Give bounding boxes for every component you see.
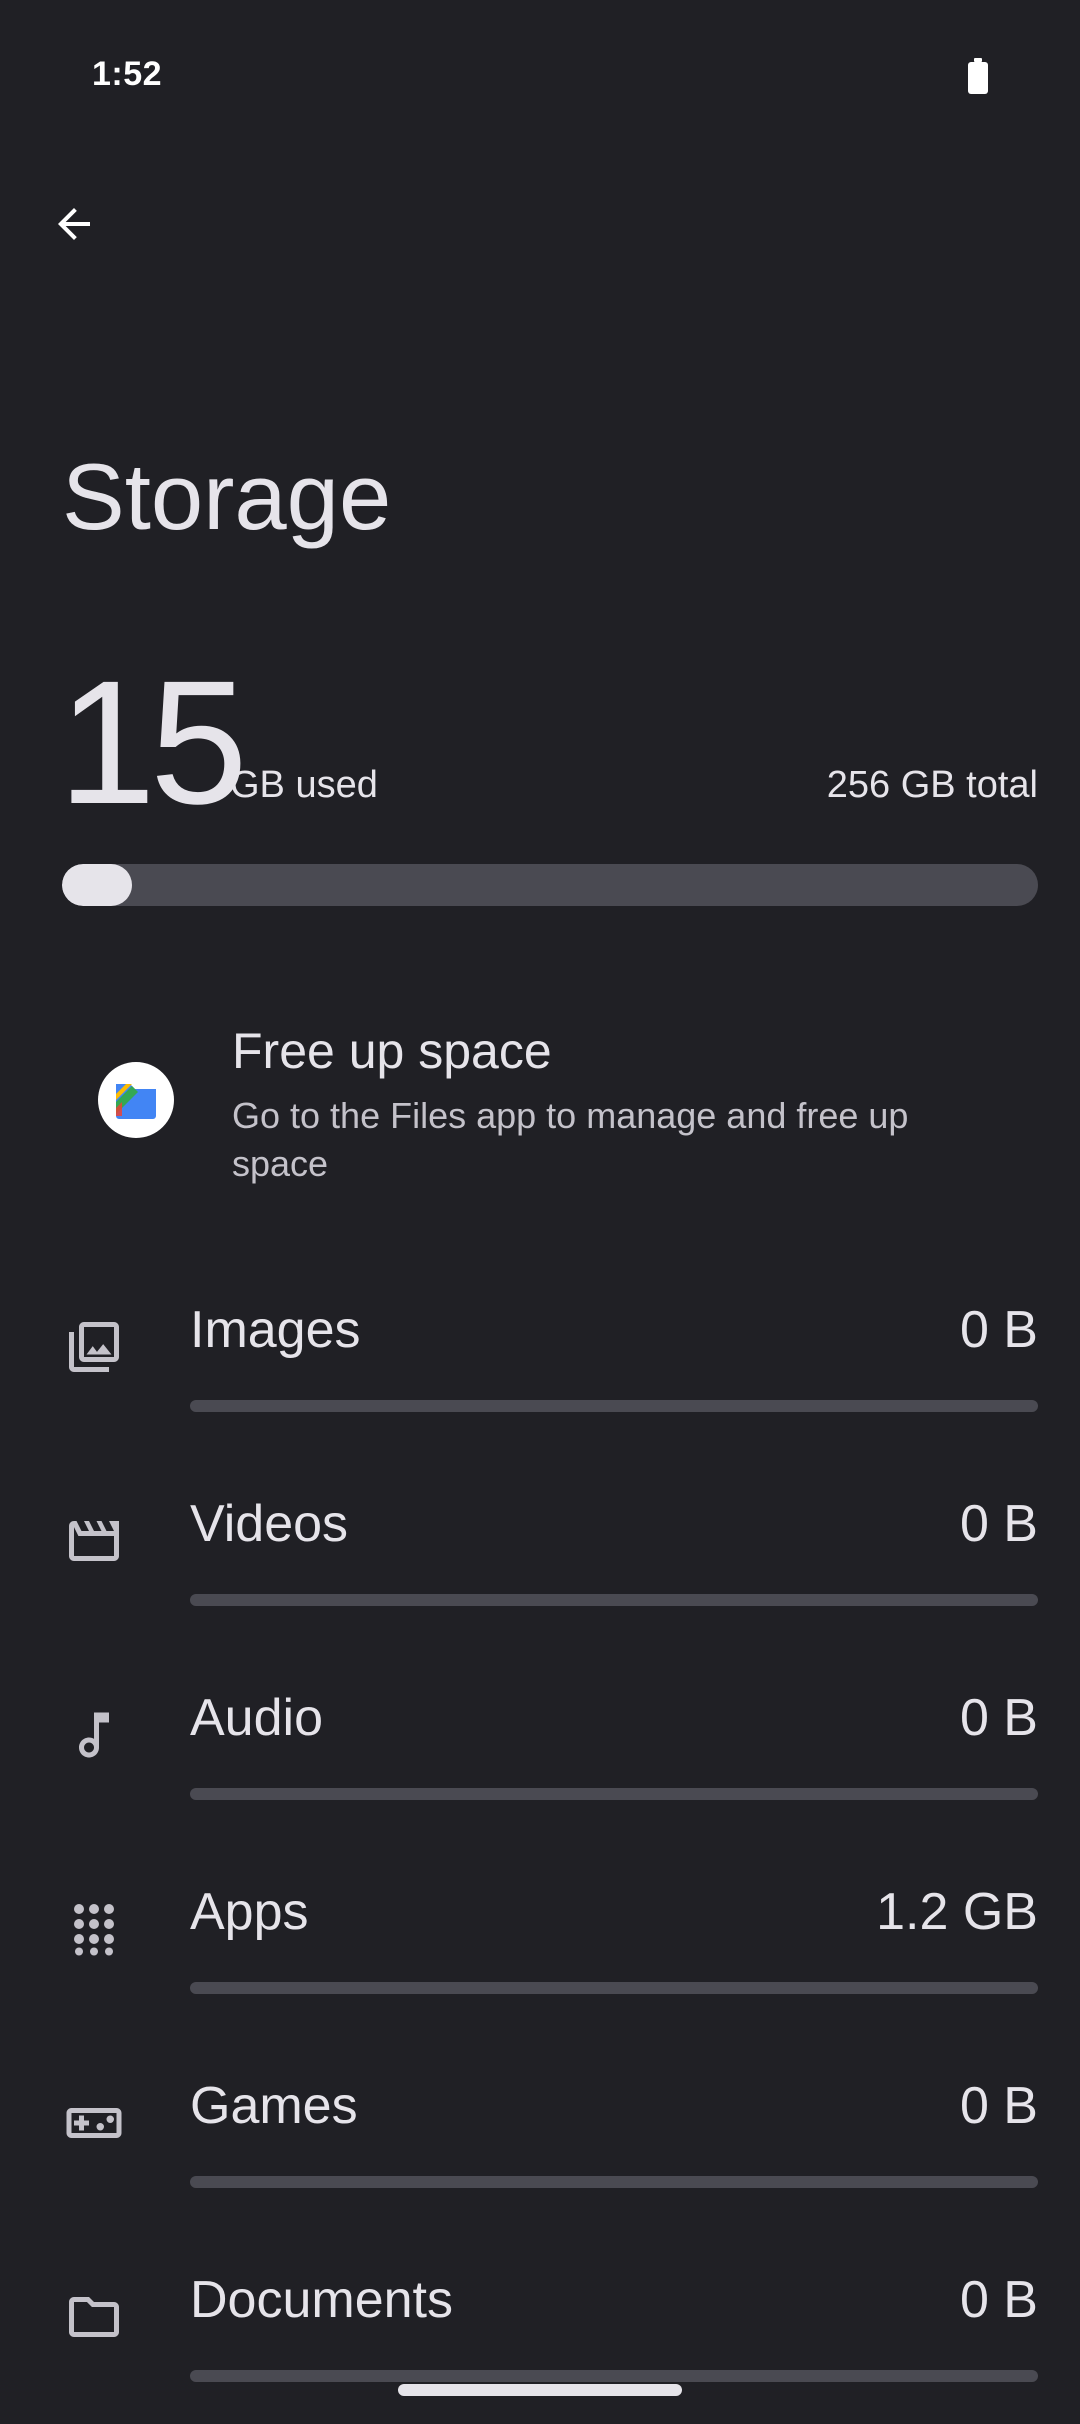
category-usage-bar	[190, 2176, 1038, 2188]
category-size: 0 B	[959, 1301, 1038, 1359]
category-size: 1.2 GB	[876, 1883, 1038, 1941]
category-usage-bar	[190, 1788, 1038, 1800]
apps-grid-icon	[62, 1897, 126, 1961]
category-usage-bar	[190, 2370, 1038, 2382]
category-games[interactable]: Games 0 B	[0, 2056, 1080, 2250]
used-storage-unit: GB used	[230, 764, 378, 806]
free-up-space-item[interactable]: Free up space Go to the Files app to man…	[0, 1000, 1080, 1200]
category-label: Images	[190, 1301, 361, 1359]
gamepad-icon	[62, 2091, 126, 2155]
total-storage-label: 256 GB total	[826, 764, 1038, 806]
category-usage-bar	[190, 1594, 1038, 1606]
free-up-space-subtitle: Go to the Files app to manage and free u…	[232, 1095, 909, 1184]
category-apps[interactable]: Apps 1.2 GB	[0, 1862, 1080, 2056]
category-usage-bar	[190, 1982, 1038, 1994]
storage-usage-bar	[62, 864, 1038, 906]
storage-screen: 1:52 Storage 15 GB used 256 GB total Fre…	[0, 0, 1080, 2424]
category-usage-bar	[190, 1400, 1038, 1412]
image-icon	[62, 1315, 126, 1379]
storage-usage-bar-fill	[62, 864, 132, 906]
category-size: 0 B	[959, 1689, 1038, 1747]
category-size: 0 B	[959, 2077, 1038, 2135]
category-label: Videos	[190, 1495, 349, 1553]
category-size: 0 B	[959, 2271, 1038, 2329]
back-button[interactable]	[30, 180, 118, 268]
category-images[interactable]: Images 0 B	[0, 1280, 1080, 1474]
files-app-icon	[98, 1062, 174, 1138]
status-time: 1:52	[92, 55, 163, 93]
page-title: Storage	[62, 444, 392, 549]
folder-icon	[62, 2285, 126, 2349]
category-label: Documents	[190, 2271, 453, 2329]
arrow-back-icon	[58, 208, 90, 240]
category-videos[interactable]: Videos 0 B	[0, 1474, 1080, 1668]
free-up-space-title: Free up space	[232, 1023, 552, 1079]
gesture-nav-handle[interactable]	[398, 2384, 682, 2396]
category-label: Games	[190, 2077, 358, 2135]
battery-full-icon	[968, 58, 988, 94]
category-label: Audio	[190, 1689, 323, 1747]
music-note-icon	[62, 1703, 126, 1767]
category-audio[interactable]: Audio 0 B	[0, 1668, 1080, 1862]
category-documents[interactable]: Documents 0 B	[0, 2250, 1080, 2424]
storage-category-list: Images 0 B Videos 0 B Audio 0 B Apps 1.2…	[0, 1280, 1080, 2424]
movie-clapper-icon	[62, 1509, 126, 1573]
category-size: 0 B	[959, 1495, 1038, 1553]
category-label: Apps	[190, 1883, 309, 1941]
used-storage-value: 15	[58, 645, 248, 841]
